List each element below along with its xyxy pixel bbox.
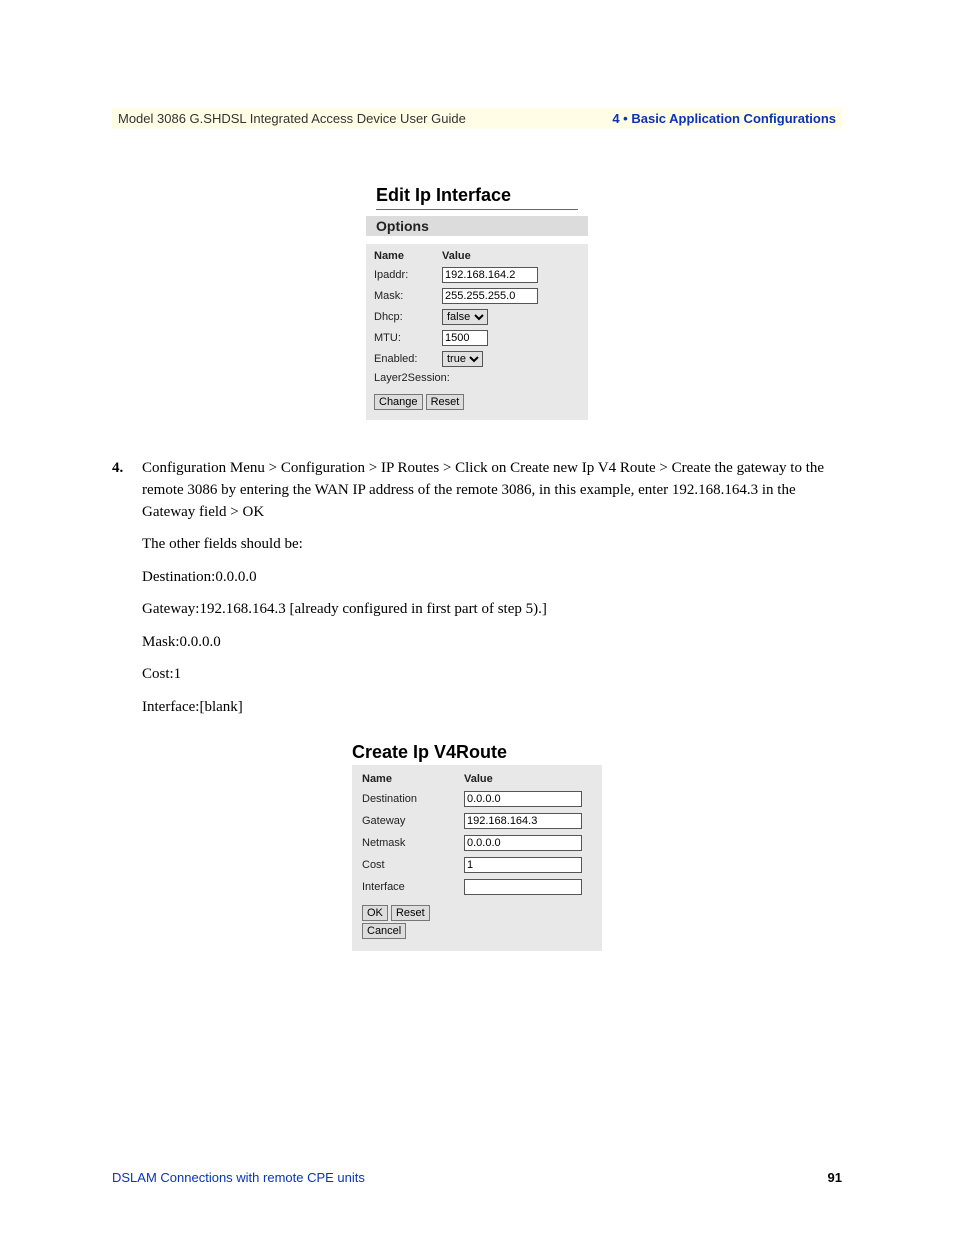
fig1-mtu-label: MTU: bbox=[374, 332, 442, 344]
fig2-row-if: Interface bbox=[362, 879, 592, 895]
body-gw: Gateway:192.168.164.3 [already configure… bbox=[142, 598, 842, 621]
page-footer: DSLAM Connections with remote CPE units … bbox=[112, 1170, 842, 1185]
fig1-ipaddr-label: Ipaddr: bbox=[374, 269, 442, 281]
fig2-title: Create Ip V4Route bbox=[352, 742, 602, 765]
fig2-row-mask: Netmask bbox=[362, 835, 592, 851]
footer-section: DSLAM Connections with remote CPE units bbox=[112, 1170, 365, 1185]
fig2-ok-button[interactable]: OK bbox=[362, 905, 388, 921]
header-section-title: 4 • Basic Application Configurations bbox=[612, 111, 836, 126]
fig1-mtu-input[interactable] bbox=[442, 330, 488, 346]
fig1-dhcp-label: Dhcp: bbox=[374, 311, 442, 323]
fig2-panel: Name Value Destination Gateway Netmask C… bbox=[352, 765, 602, 951]
fig1-col-value: Value bbox=[442, 250, 471, 262]
fig2-cost-label: Cost bbox=[362, 859, 464, 871]
figure-create-ip-v4route: Create Ip V4Route Name Value Destination… bbox=[352, 742, 602, 951]
fig2-col-name: Name bbox=[362, 773, 464, 785]
fig1-panel: Name Value Ipaddr: Mask: Dhcp: false bbox=[366, 244, 588, 420]
fig1-row-dhcp: Dhcp: false bbox=[374, 309, 580, 325]
fig1-reset-button[interactable]: Reset bbox=[426, 394, 465, 410]
fig2-reset-button[interactable]: Reset bbox=[391, 905, 430, 921]
fig1-row-enabled: Enabled: true bbox=[374, 351, 580, 367]
fig2-row-gw: Gateway bbox=[362, 813, 592, 829]
body-text: 4. Configuration Menu > Configuration > … bbox=[112, 458, 842, 718]
fig2-row-cost: Cost bbox=[362, 857, 592, 873]
fig1-change-button[interactable]: Change bbox=[374, 394, 423, 410]
body-intro: The other fields should be: bbox=[142, 533, 842, 556]
header-guide-title: Model 3086 G.SHDSL Integrated Access Dev… bbox=[118, 111, 466, 126]
fig1-options-header: Options bbox=[366, 216, 588, 236]
fig2-gw-label: Gateway bbox=[362, 815, 464, 827]
fig1-dhcp-select[interactable]: false bbox=[442, 309, 488, 325]
fig1-mask-input[interactable] bbox=[442, 288, 538, 304]
fig2-cost-input[interactable] bbox=[464, 857, 582, 873]
fig2-gw-input[interactable] bbox=[464, 813, 582, 829]
fig1-row-mtu: MTU: bbox=[374, 330, 580, 346]
fig1-row-l2: Layer2Session: bbox=[374, 372, 580, 384]
fig2-if-input[interactable] bbox=[464, 879, 582, 895]
fig2-mask-input[interactable] bbox=[464, 835, 582, 851]
fig2-col-value: Value bbox=[464, 773, 493, 785]
page-number: 91 bbox=[828, 1170, 842, 1185]
fig1-mask-label: Mask: bbox=[374, 290, 442, 302]
fig1-l2-label: Layer2Session: bbox=[374, 372, 450, 384]
page-header: Model 3086 G.SHDSL Integrated Access Dev… bbox=[112, 108, 842, 129]
body-mask: Mask:0.0.0.0 bbox=[142, 631, 842, 654]
fig2-dest-label: Destination bbox=[362, 793, 464, 805]
fig1-title: Edit Ip Interface bbox=[376, 185, 578, 210]
fig2-cancel-button[interactable]: Cancel bbox=[362, 923, 406, 939]
fig1-enabled-select[interactable]: true bbox=[442, 351, 483, 367]
fig1-enabled-label: Enabled: bbox=[374, 353, 442, 365]
step-text: Configuration Menu > Configuration > IP … bbox=[142, 458, 842, 523]
body-cost: Cost:1 bbox=[142, 663, 842, 686]
body-if: Interface:[blank] bbox=[142, 696, 842, 719]
fig2-if-label: Interface bbox=[362, 881, 464, 893]
fig1-col-name: Name bbox=[374, 250, 442, 262]
body-dest: Destination:0.0.0.0 bbox=[142, 566, 842, 589]
step-number: 4. bbox=[112, 458, 142, 523]
fig2-mask-label: Netmask bbox=[362, 837, 464, 849]
fig1-row-mask: Mask: bbox=[374, 288, 580, 304]
fig2-dest-input[interactable] bbox=[464, 791, 582, 807]
fig2-row-dest: Destination bbox=[362, 791, 592, 807]
fig1-ipaddr-input[interactable] bbox=[442, 267, 538, 283]
fig1-row-ipaddr: Ipaddr: bbox=[374, 267, 580, 283]
figure-edit-ip-interface: Edit Ip Interface Options Name Value Ipa… bbox=[366, 179, 588, 420]
